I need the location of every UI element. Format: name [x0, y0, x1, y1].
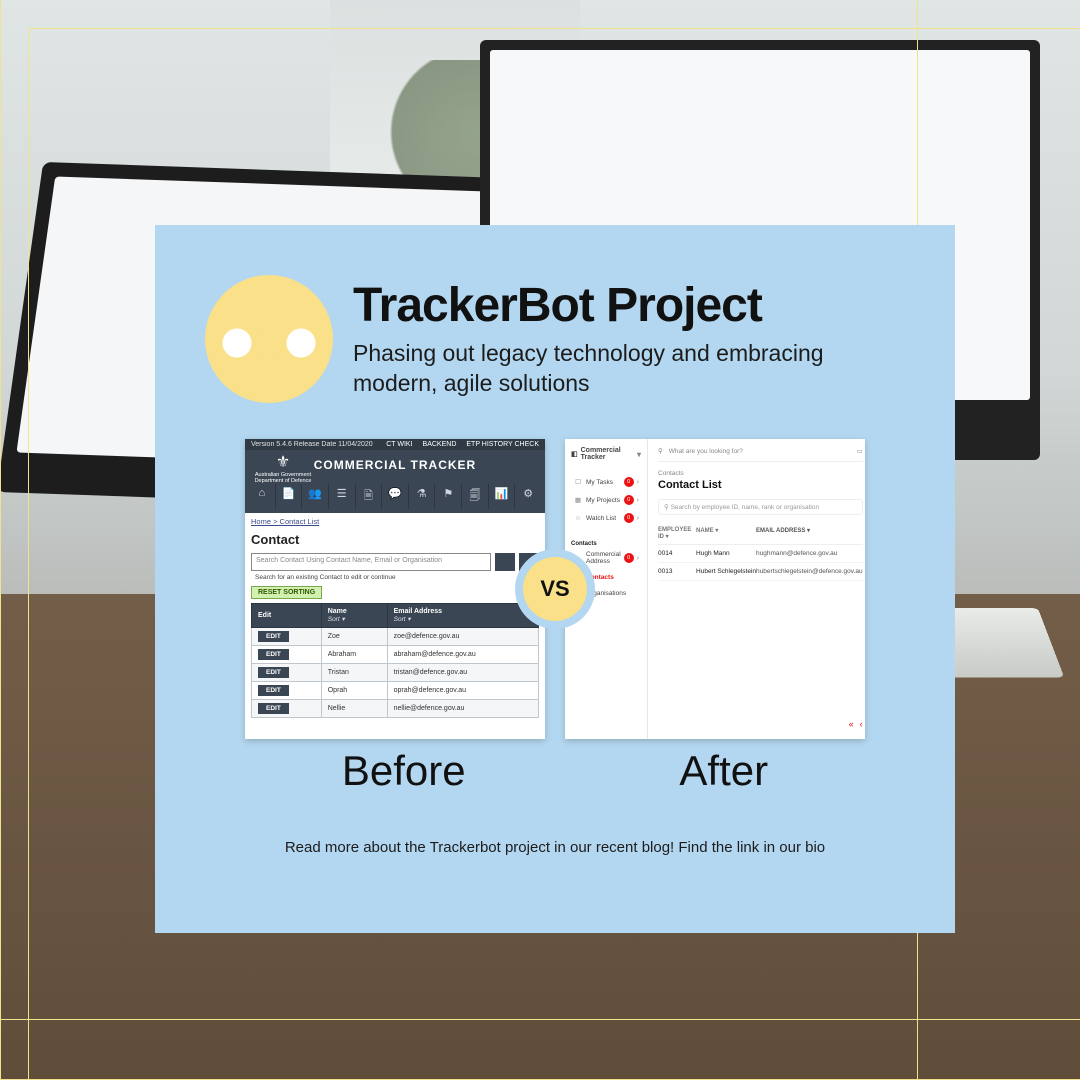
- modern-filter-input[interactable]: ⚲ Search by employee ID, name, rank or o…: [658, 499, 863, 515]
- legacy-gov-crest: ⚜ Australian Government Department of De…: [253, 454, 313, 484]
- doc-icon[interactable]: 🗎: [356, 484, 383, 509]
- pager-prev-button[interactable]: ‹: [860, 719, 863, 729]
- chevron-right-icon: ›: [637, 555, 639, 562]
- nav-my-projects[interactable]: ▦ My Projects 0 ›: [571, 491, 641, 509]
- legacy-reset-button[interactable]: RESET SORTING: [251, 586, 322, 599]
- edit-button[interactable]: EDIT: [258, 685, 289, 696]
- wave-logo-icon: [205, 275, 333, 403]
- edit-button[interactable]: EDIT: [258, 703, 289, 714]
- legacy-page-heading: Contact: [245, 530, 545, 553]
- chevron-down-icon: ▾: [637, 450, 641, 459]
- users-icon[interactable]: 👥: [302, 484, 329, 509]
- chevron-right-icon: ›: [637, 515, 639, 522]
- table-row[interactable]: 0013 Hubert Schlegelstein hubertschlegel…: [658, 563, 863, 581]
- tasks-icon: ☐: [573, 478, 583, 486]
- modern-main: ⚲ What are you looking for? ▭ Contacts C…: [648, 439, 865, 739]
- edit-button[interactable]: EDIT: [258, 631, 289, 642]
- legacy-link-backend[interactable]: BACKEND: [423, 441, 457, 448]
- vs-badge: VS: [515, 549, 595, 629]
- legacy-breadcrumb[interactable]: Home > Contact List: [245, 513, 545, 530]
- modern-breadcrumb: Contacts: [658, 470, 863, 477]
- col-employee-id[interactable]: EMPLOYEE ID ▾: [658, 527, 696, 540]
- list-icon[interactable]: ☰: [329, 484, 356, 509]
- table-row[interactable]: 0014 Hugh Mann hughmann@defence.gov.au: [658, 545, 863, 563]
- chevron-right-icon: ›: [637, 497, 639, 504]
- before-screenshot: Version 5.4.6 Release Date 11/04/2020 CT…: [245, 439, 545, 739]
- brand-icon: ◧: [571, 450, 578, 458]
- after-screenshot: ◧ Commercial Tracker ▾ ☐ My Tasks 0 › ▦ …: [565, 439, 865, 739]
- footer-note: Read more about the Trackerbot project i…: [155, 839, 955, 856]
- modern-pager: « ‹: [849, 719, 863, 729]
- legacy-contacts-table: Edit NameSort ▾ Email AddressSort ▾ EDIT…: [251, 603, 539, 718]
- count-badge: 0: [624, 513, 634, 523]
- projects-icon: ▦: [573, 496, 583, 504]
- chat-icon[interactable]: 💬: [382, 484, 409, 509]
- modern-table-head: EMPLOYEE ID ▾ NAME ▾ EMAIL ADDRESS ▾: [658, 521, 863, 545]
- legacy-search-input[interactable]: Search Contact Using Contact Name, Email…: [251, 553, 491, 571]
- modern-brand[interactable]: ◧ Commercial Tracker ▾: [571, 447, 641, 461]
- modern-brand-label: Commercial Tracker: [581, 447, 634, 461]
- card-title: TrackerBot Project: [353, 281, 873, 331]
- legacy-search-note: Search for an existing Contact to edit o…: [245, 571, 545, 584]
- table-row: EDITNellienellie@defence.gov.au: [252, 700, 539, 718]
- label-after: After: [679, 747, 768, 795]
- legacy-header: ⚜ Australian Government Department of De…: [245, 450, 545, 480]
- page-icon[interactable]: 🗐: [462, 484, 489, 509]
- card-subtitle: Phasing out legacy technology and embrac…: [353, 339, 873, 399]
- edit-button[interactable]: EDIT: [258, 667, 289, 678]
- gear-icon[interactable]: ⚙: [515, 484, 541, 509]
- modern-page-heading: Contact List: [658, 479, 863, 491]
- legacy-col-edit[interactable]: Edit: [252, 604, 322, 628]
- report-icon[interactable]: 📊: [489, 484, 516, 509]
- pager-first-button[interactable]: «: [849, 719, 854, 729]
- legacy-gov-line2: Department of Defence: [255, 478, 312, 484]
- legacy-col-name[interactable]: NameSort ▾: [321, 604, 387, 628]
- nav-watch-list[interactable]: ☆ Watch List 0 ›: [571, 509, 641, 527]
- legacy-toolbar: ⌂ 📄 👥 ☰ 🗎 💬 ⚗ ⚑ 🗐 📊 ⚙: [245, 480, 545, 513]
- flag-icon[interactable]: ⚑: [435, 484, 462, 509]
- legacy-link-etp[interactable]: ETP HISTORY CHECK: [466, 441, 539, 448]
- compare-labels: Before After: [235, 747, 875, 795]
- legacy-version-text: Version 5.4.6 Release Date 11/04/2020: [251, 441, 373, 448]
- lab-icon[interactable]: ⚗: [409, 484, 436, 509]
- content-card: TrackerBot Project Phasing out legacy te…: [155, 225, 955, 933]
- table-row: EDITAbrahamabraham@defence.gov.au: [252, 646, 539, 664]
- notifications-icon[interactable]: ▭: [856, 447, 862, 455]
- legacy-col-email[interactable]: Email AddressSort ▾: [387, 604, 538, 628]
- watchlist-icon: ☆: [573, 514, 583, 522]
- col-name[interactable]: NAME ▾: [696, 527, 756, 540]
- home-icon[interactable]: ⌂: [249, 484, 276, 509]
- count-badge: 0: [624, 477, 634, 487]
- modern-search-input[interactable]: What are you looking for?: [669, 448, 851, 455]
- table-row: EDITZoezoe@defence.gov.au: [252, 628, 539, 646]
- nav-my-tasks[interactable]: ☐ My Tasks 0 ›: [571, 473, 641, 491]
- count-badge: 0: [624, 553, 634, 563]
- legacy-link-wiki[interactable]: CT WIKI: [386, 441, 412, 448]
- vs-label: VS: [540, 576, 569, 602]
- chevron-right-icon: ›: [637, 479, 639, 486]
- legacy-search-button[interactable]: [495, 553, 515, 571]
- legacy-top-bar: Version 5.4.6 Release Date 11/04/2020 CT…: [245, 439, 545, 450]
- count-badge: 0: [624, 495, 634, 505]
- label-before: Before: [342, 747, 466, 795]
- table-row: EDITTristantristan@defence.gov.au: [252, 664, 539, 682]
- table-row: EDITOprahoprah@defence.gov.au: [252, 682, 539, 700]
- file-icon[interactable]: 📄: [276, 484, 303, 509]
- search-icon: ⚲: [664, 504, 669, 511]
- edit-button[interactable]: EDIT: [258, 649, 289, 660]
- crest-icon: ⚜: [253, 454, 313, 472]
- card-header: TrackerBot Project Phasing out legacy te…: [155, 225, 955, 413]
- compare-row: Version 5.4.6 Release Date 11/04/2020 CT…: [155, 439, 955, 739]
- search-icon: ⚲: [658, 447, 663, 455]
- col-email[interactable]: EMAIL ADDRESS ▾: [756, 527, 863, 540]
